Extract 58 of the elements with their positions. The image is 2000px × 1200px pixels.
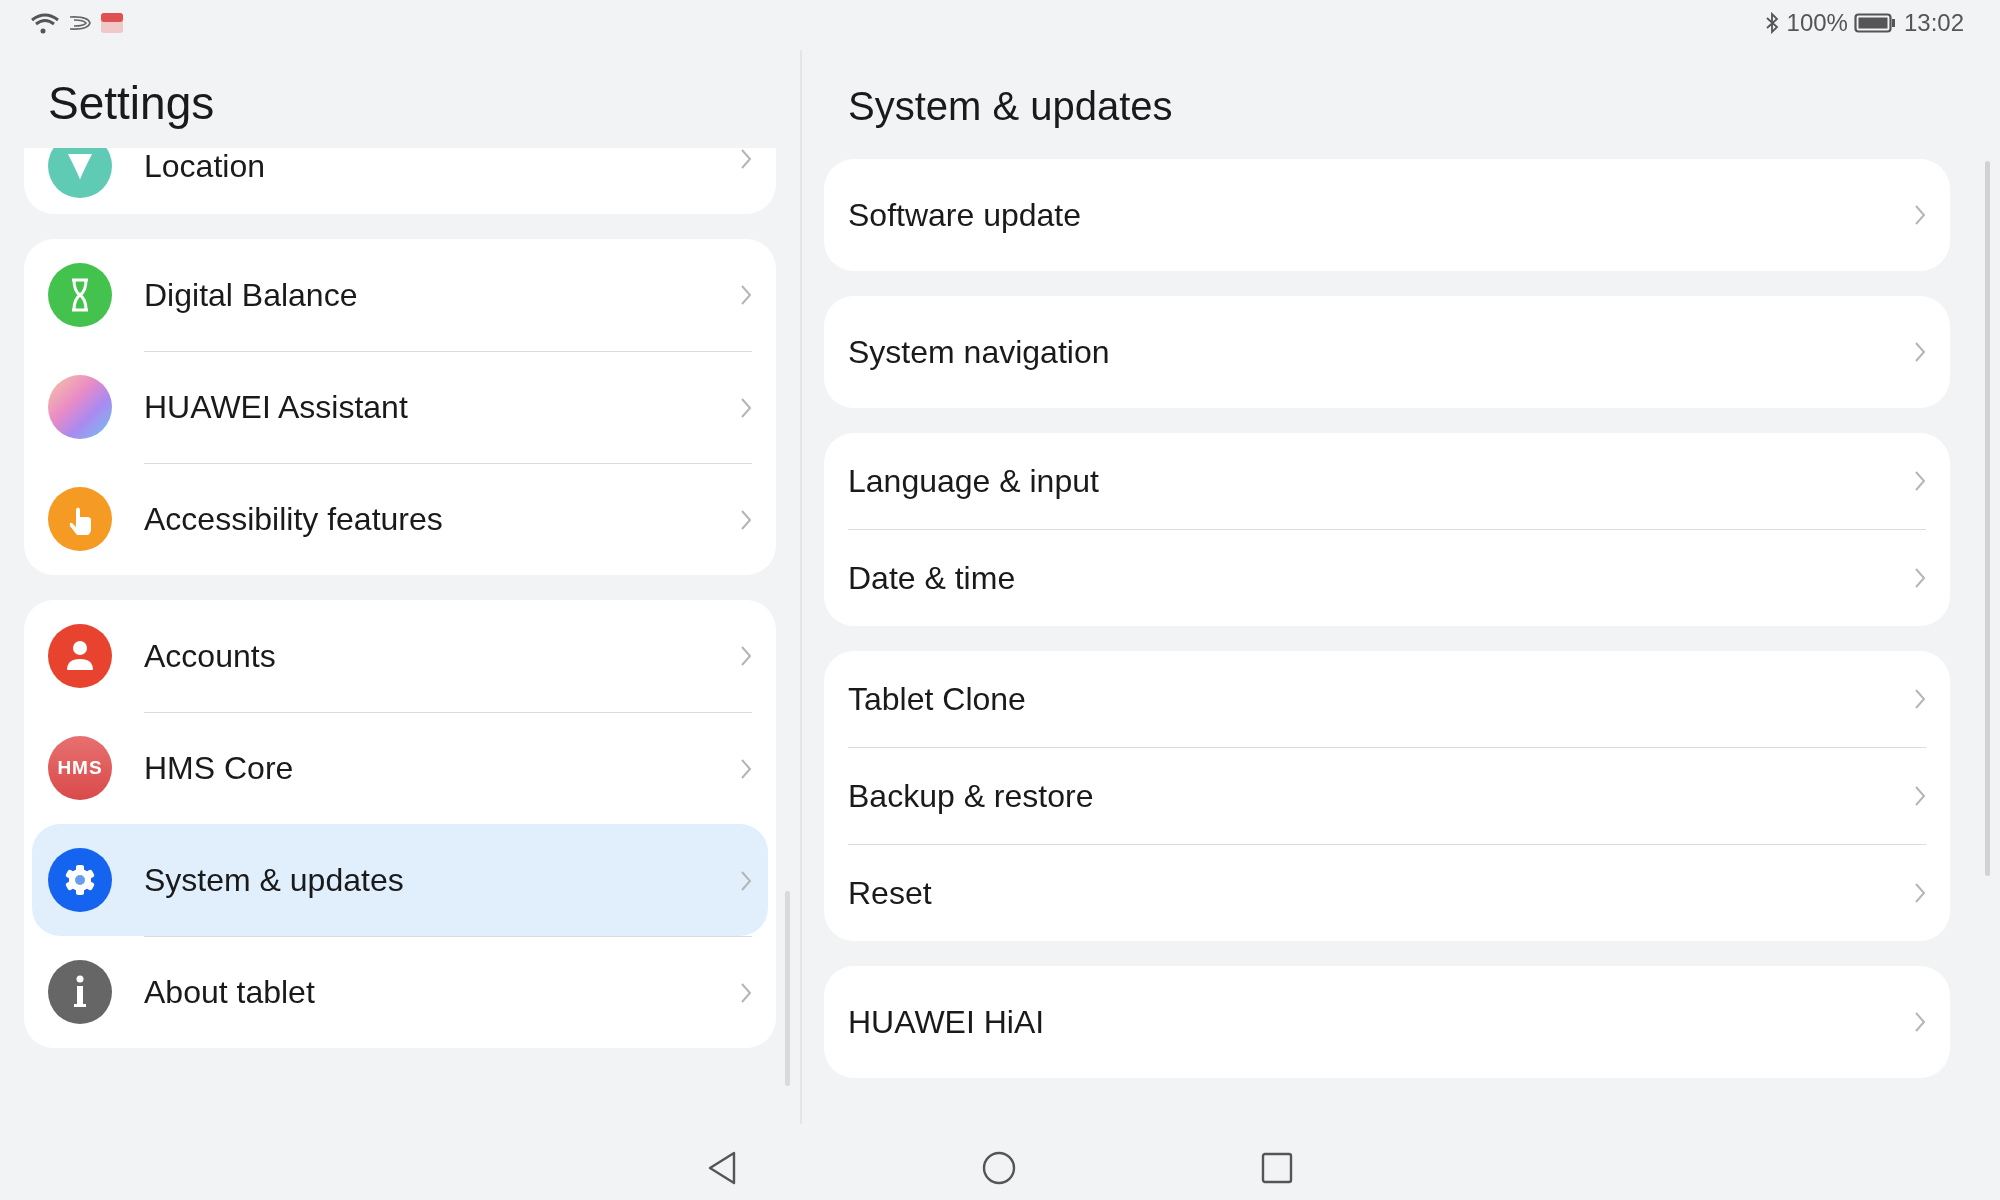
settings-item[interactable]: Location	[24, 148, 776, 214]
settings-item[interactable]: Accounts	[24, 600, 776, 712]
chevron-right-icon	[740, 148, 752, 170]
settings-item-label: Location	[144, 148, 265, 185]
bluetooth-icon	[1764, 12, 1779, 34]
chevron-right-icon	[740, 396, 752, 419]
settings-option[interactable]: Tablet Clone	[848, 651, 1926, 747]
settings-option[interactable]: Software update	[848, 159, 1926, 271]
gear-icon	[48, 848, 112, 912]
swipe-keyboard-icon	[68, 14, 92, 32]
chevron-right-icon	[1914, 1011, 1926, 1033]
chevron-right-icon	[740, 757, 752, 780]
settings-item-label: Digital Balance	[144, 276, 358, 314]
settings-item[interactable]: HUAWEI Assistant	[24, 351, 776, 463]
hourglass-icon	[48, 263, 112, 327]
chevron-right-icon	[1914, 785, 1926, 807]
chevron-right-icon	[740, 981, 752, 1004]
chevron-right-icon	[740, 284, 752, 306]
settings-item-label: Accounts	[144, 637, 276, 675]
settings-item[interactable]: Accessibility features	[24, 463, 776, 575]
settings-option[interactable]: Backup & restore	[848, 747, 1926, 844]
battery-icon	[1853, 12, 1896, 34]
chevron-right-icon	[740, 645, 752, 667]
settings-item-label: Accessibility features	[144, 501, 443, 538]
settings-option[interactable]: Reset	[848, 844, 1926, 941]
back-icon[interactable]	[707, 1151, 737, 1185]
section-title: System & updates	[847, 83, 1174, 130]
settings-option[interactable]: Date & time	[848, 529, 1926, 626]
settings-item[interactable]: System & updates	[32, 824, 768, 936]
app-box-icon	[100, 12, 124, 34]
chevron-right-icon	[1914, 341, 1926, 363]
settings-item-label: System & updates	[144, 862, 404, 899]
chevron-right-icon	[1914, 470, 1926, 492]
chevron-right-icon	[1914, 688, 1926, 710]
settings-option[interactable]: Language & input	[848, 433, 1926, 529]
chevron-right-icon	[1914, 204, 1926, 226]
chevron-right-icon	[740, 508, 752, 531]
page-title: Settings	[47, 76, 216, 131]
settings-item-label: HMS Core	[144, 750, 294, 787]
battery-percent: 100%	[1786, 9, 1848, 37]
settings-item-label: HUAWEI Assistant	[144, 389, 408, 426]
person-icon	[48, 624, 112, 688]
chevron-right-icon	[1914, 882, 1926, 904]
settings-item-label: About tablet	[144, 974, 315, 1011]
hms-icon: HMS	[48, 736, 112, 800]
settings-item[interactable]: About tablet	[24, 936, 776, 1048]
settings-option[interactable]: HUAWEI HiAI	[848, 966, 1926, 1078]
home-icon[interactable]	[982, 1151, 1016, 1185]
chevron-right-icon	[1914, 567, 1926, 589]
recent-apps-icon[interactable]	[1261, 1152, 1293, 1184]
wifi-icon	[30, 12, 60, 34]
gradient-orb-icon	[48, 375, 112, 439]
info-icon	[48, 960, 112, 1024]
settings-item[interactable]: Digital Balance	[24, 239, 776, 351]
hand-pointer-icon	[48, 487, 112, 551]
chevron-right-icon	[740, 869, 752, 892]
clock-time: 13:02	[1903, 9, 1964, 37]
settings-option[interactable]: System navigation	[848, 296, 1926, 408]
